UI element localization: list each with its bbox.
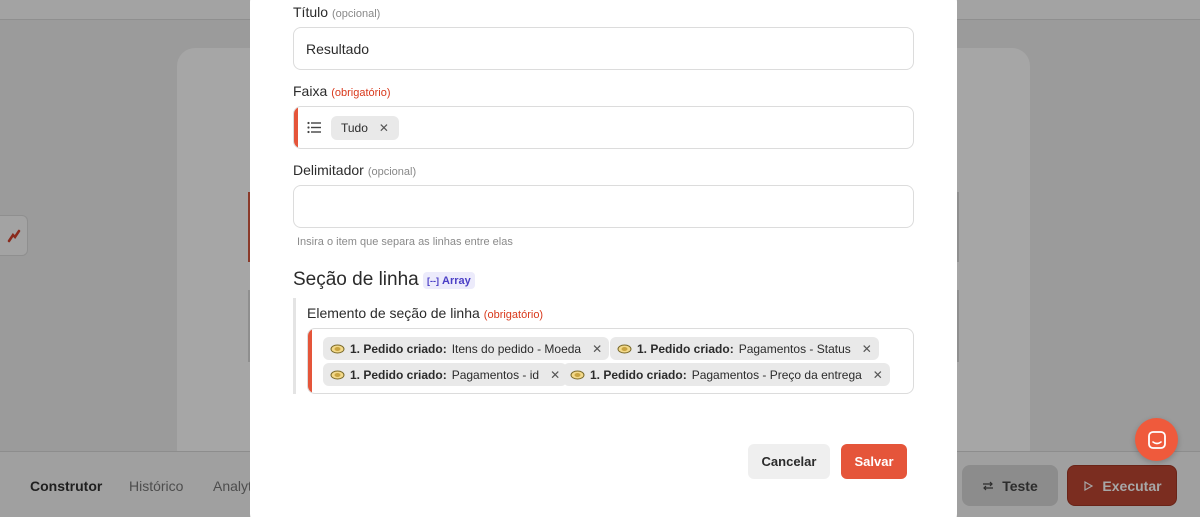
test-button[interactable]: Teste (962, 465, 1058, 506)
list-icon (307, 121, 321, 134)
egg-icon (570, 370, 585, 379)
range-chip[interactable]: Tudo ✕ (331, 116, 399, 140)
delimiter-optional-hint: (opcional) (367, 166, 417, 178)
chip-field: Itens do pedido - Moeda (451, 341, 582, 356)
egg-icon (330, 344, 345, 353)
range-chip-label: Tudo (341, 121, 368, 135)
side-panel-toggle[interactable] (0, 215, 28, 256)
run-button-label: Executar (1102, 477, 1162, 494)
chip-field: Pagamentos - Preço da entrega (691, 367, 862, 382)
range-input[interactable]: Tudo ✕ (293, 106, 914, 149)
tab-history[interactable]: Histórico (129, 478, 183, 494)
chip-source: 1. Pedido criado: (350, 367, 447, 382)
delimiter-input[interactable] (293, 185, 914, 228)
run-button[interactable]: Executar (1067, 465, 1177, 506)
range-field-label: Faixa (obrigatório) (293, 83, 391, 99)
chip-source: 1. Pedido criado: (637, 341, 734, 356)
title-label-text: Título (293, 4, 329, 20)
configure-step-modal: Título (opcional) Resultado Faixa (obrigat… (250, 0, 957, 517)
cancel-button[interactable]: Cancelar (748, 444, 830, 479)
tab-analytics[interactable]: Analyt (213, 478, 252, 494)
variable-chip[interactable]: 1. Pedido criado: Pagamentos - id ✕ (323, 363, 568, 386)
row-element-label: Elemento de seção de linha (obrigatório) (307, 305, 543, 321)
delimiter-field-label: Delimitador (opcional) (293, 162, 416, 178)
x-icon[interactable]: ✕ (592, 343, 602, 355)
row-element-label-text: Elemento de seção de linha (307, 305, 480, 321)
array-badge-icon: [--] (427, 275, 439, 286)
row-section-rail (293, 298, 296, 394)
egg-icon (617, 344, 632, 353)
help-chat-button[interactable] (1135, 418, 1178, 461)
chip-field: Pagamentos - Status (738, 341, 851, 356)
egg-icon (330, 370, 345, 379)
delimiter-label-text: Delimitador (293, 162, 364, 178)
delimiter-helper-text: Insira o item que separa as linhas entre… (297, 236, 513, 248)
test-button-label: Teste (1002, 477, 1038, 494)
chat-icon (1147, 430, 1166, 449)
array-badge-label: Array (442, 274, 471, 287)
range-label-text: Faixa (293, 83, 328, 99)
array-badge: [--] Array (423, 272, 475, 289)
x-icon[interactable]: ✕ (550, 369, 560, 381)
x-icon[interactable]: ✕ (862, 343, 872, 355)
title-optional-hint: (opcional) (332, 8, 381, 20)
variable-chip[interactable]: 1. Pedido criado: Itens do pedido - Moed… (323, 337, 610, 360)
row-element-required-hint: (obrigatório) (483, 309, 544, 321)
chip-source: 1. Pedido criado: (350, 341, 447, 356)
save-button[interactable]: Salvar (841, 444, 907, 479)
chip-source: 1. Pedido criado: (590, 367, 687, 382)
chip-field: Pagamentos - id (451, 367, 540, 382)
zap-icon (7, 229, 20, 242)
row-element-input[interactable]: 1. Pedido criado: Itens do pedido - Moed… (307, 328, 914, 394)
title-field-label: Título (opcional) (293, 4, 380, 20)
variable-chip[interactable]: 1. Pedido criado: Pagamentos - Preço da … (563, 363, 890, 386)
swap-icon (983, 481, 994, 490)
range-required-hint: (obrigatório) (331, 87, 391, 99)
title-input[interactable]: Resultado (293, 27, 914, 70)
row-section-title: Seção de linha (293, 269, 419, 290)
play-icon (1084, 480, 1094, 491)
x-icon[interactable]: ✕ (379, 122, 389, 134)
variable-chip[interactable]: 1. Pedido criado: Pagamentos - Status ✕ (610, 337, 879, 360)
title-input-value: Resultado (306, 41, 370, 57)
x-icon[interactable]: ✕ (873, 369, 883, 381)
tab-builder[interactable]: Construtor (30, 478, 102, 494)
